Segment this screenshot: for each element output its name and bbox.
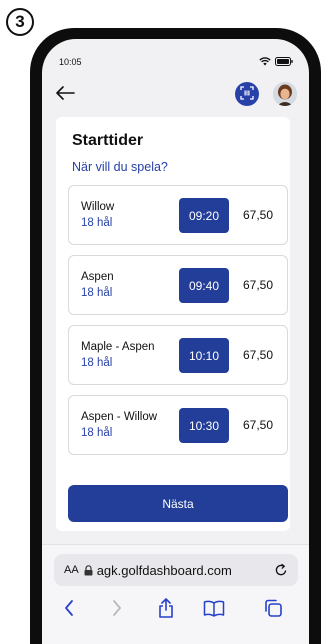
app-header bbox=[42, 77, 309, 111]
tee-times-card: Starttider När vill du spela? Willow 18 … bbox=[56, 117, 290, 531]
price: 67,50 bbox=[243, 418, 274, 432]
tee-time-row: Maple - Aspen 18 hål 10:10 67,50 bbox=[68, 325, 288, 385]
course-name: Willow bbox=[81, 201, 115, 213]
status-time: 10:05 bbox=[59, 57, 82, 67]
status-bar: 10:05 bbox=[42, 39, 309, 75]
reload-icon[interactable] bbox=[274, 563, 288, 577]
tee-time-button[interactable]: 10:30 bbox=[179, 408, 229, 443]
tee-time-row: Aspen 18 hål 09:40 67,50 bbox=[68, 255, 288, 315]
arrow-left-icon bbox=[55, 85, 75, 103]
price: 67,50 bbox=[243, 208, 274, 222]
price: 67,50 bbox=[243, 348, 274, 362]
scan-button[interactable] bbox=[235, 82, 259, 106]
url-text: agk.golfdashboard.com bbox=[96, 562, 232, 578]
bookmarks-icon[interactable] bbox=[201, 595, 227, 621]
text-size-button[interactable]: AA bbox=[64, 564, 79, 576]
user-avatar[interactable] bbox=[273, 82, 297, 106]
course-name: Aspen - Willow bbox=[81, 411, 158, 423]
tabs-icon[interactable] bbox=[260, 595, 286, 621]
holes-count: 18 hål bbox=[81, 427, 113, 439]
share-icon[interactable] bbox=[153, 595, 179, 621]
browser-bar: AA agk.golfdashboard.com bbox=[42, 544, 309, 644]
page-title: Starttider bbox=[72, 132, 144, 149]
back-button[interactable] bbox=[53, 82, 77, 106]
tee-time-button[interactable]: 10:10 bbox=[179, 338, 229, 373]
battery-icon bbox=[275, 57, 293, 66]
phone-screen: 10:05 Starttider När vill du spela? Will… bbox=[42, 39, 309, 644]
course-name: Maple - Aspen bbox=[81, 341, 155, 353]
chevron-right-icon[interactable] bbox=[104, 595, 130, 621]
tee-time-button[interactable]: 09:20 bbox=[179, 198, 229, 233]
tee-time-row: Willow 18 hål 09:20 67,50 bbox=[68, 185, 288, 245]
price: 67,50 bbox=[243, 278, 274, 292]
tee-time-button[interactable]: 09:40 bbox=[179, 268, 229, 303]
step-number: 3 bbox=[15, 12, 25, 31]
tee-time-list: Willow 18 hål 09:20 67,50 Aspen 18 hål 0… bbox=[68, 185, 288, 465]
wifi-icon bbox=[259, 57, 271, 66]
holes-count: 18 hål bbox=[81, 287, 113, 299]
lock-icon bbox=[84, 564, 93, 576]
step-number-badge: 3 bbox=[6, 8, 34, 36]
phone-frame: 10:05 Starttider När vill du spela? Will… bbox=[30, 28, 321, 644]
status-icons bbox=[259, 57, 293, 66]
holes-count: 18 hål bbox=[81, 217, 113, 229]
course-name: Aspen bbox=[81, 271, 114, 283]
qr-scan-icon bbox=[240, 85, 254, 103]
holes-count: 18 hål bbox=[81, 357, 113, 369]
address-bar[interactable]: AA agk.golfdashboard.com bbox=[54, 554, 298, 586]
page-subtitle: När vill du spela? bbox=[72, 160, 168, 174]
tee-time-row: Aspen - Willow 18 hål 10:30 67,50 bbox=[68, 395, 288, 455]
chevron-left-icon[interactable] bbox=[56, 595, 82, 621]
browser-toolbar bbox=[42, 593, 309, 623]
next-button[interactable]: Nästa bbox=[68, 485, 288, 522]
